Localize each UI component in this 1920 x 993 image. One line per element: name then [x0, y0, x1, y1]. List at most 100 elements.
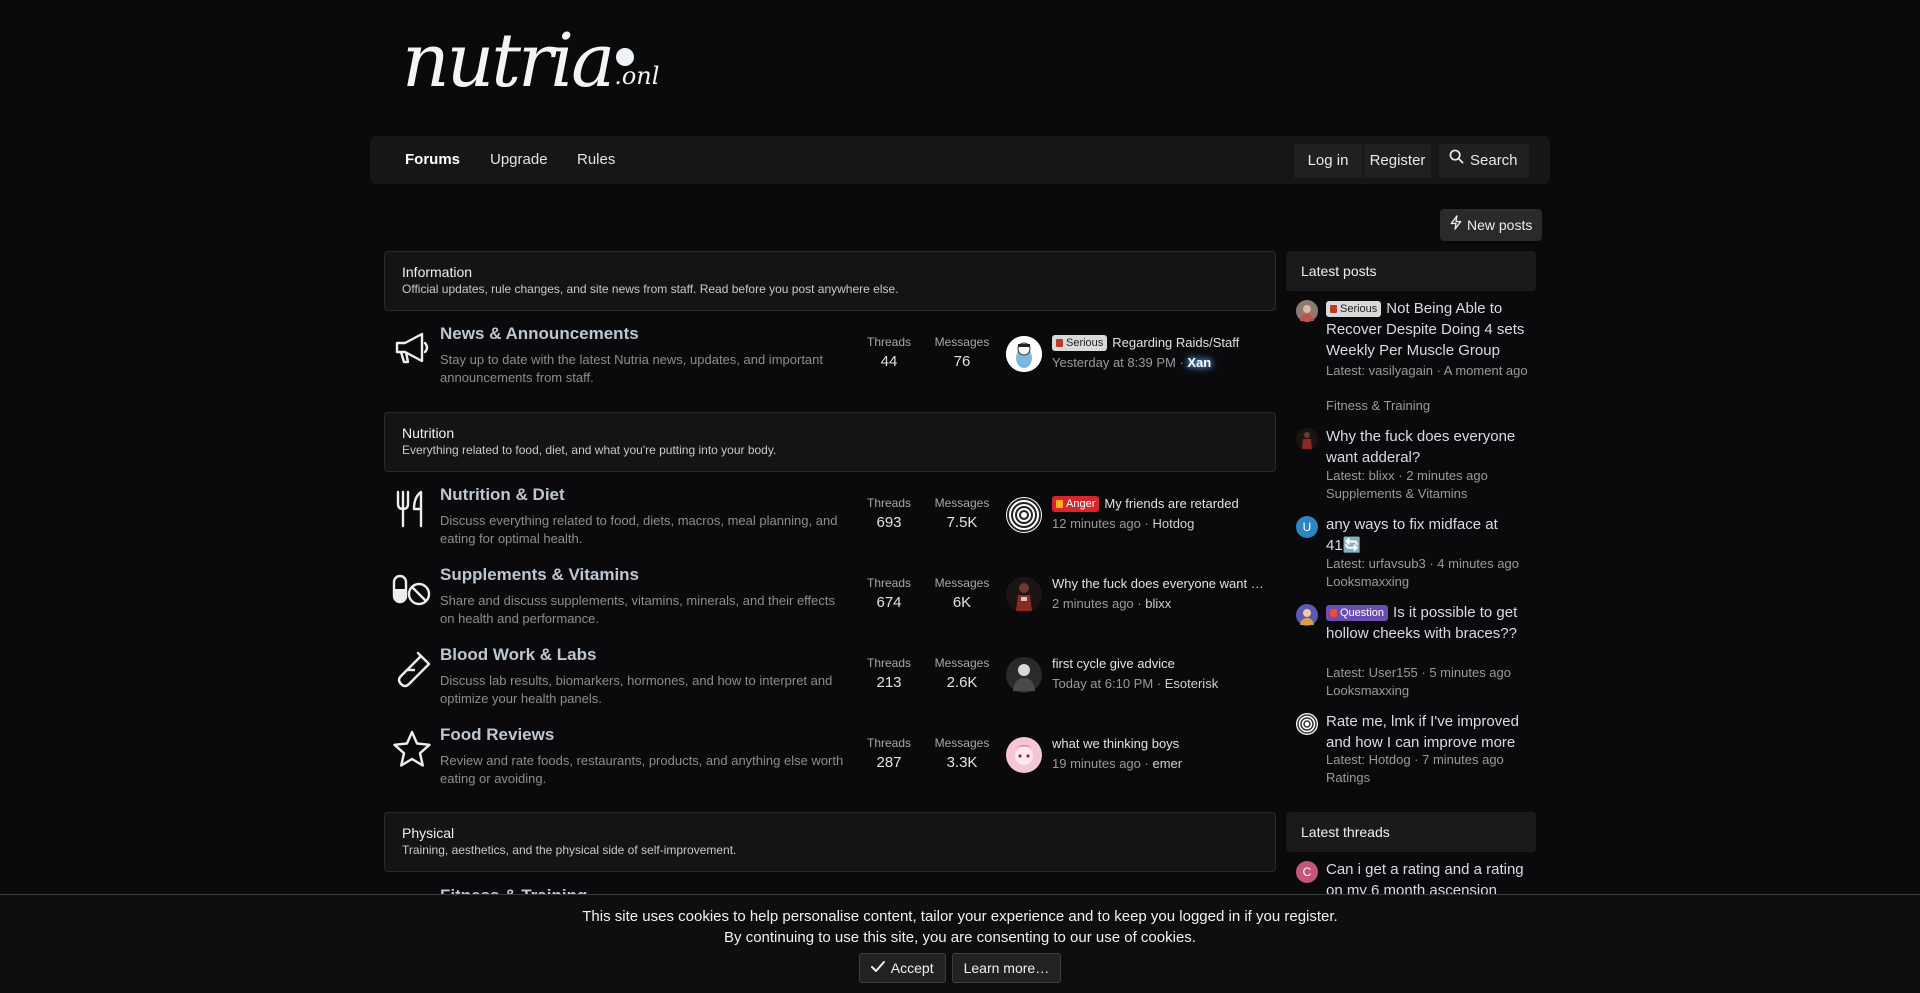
- latest-threads-header: Latest threads: [1286, 812, 1536, 852]
- messages-stat: Messages 76: [922, 335, 1002, 370]
- cookie-text: This site uses cookies to help personali…: [0, 906, 1920, 948]
- cookie-buttons: Accept Learn more…: [0, 953, 1920, 983]
- last-post-time: Today at 6:10 PM: [1052, 676, 1154, 691]
- prefix-badge: Serious: [1052, 335, 1108, 351]
- learn-more-button[interactable]: Learn more…: [951, 953, 1062, 983]
- new-posts-label: New posts: [1467, 217, 1533, 233]
- avatar[interactable]: [1006, 737, 1042, 773]
- sidebar-post-forum[interactable]: Looksmaxxing: [1326, 683, 1409, 698]
- category-header-nutrition[interactable]: Nutrition Everything related to food, di…: [384, 412, 1276, 472]
- avatar[interactable]: [1006, 336, 1042, 372]
- sidebar-thread-title[interactable]: Can i get a rating and a rating on my 6 …: [1326, 859, 1536, 894]
- search-button[interactable]: Search: [1439, 144, 1529, 178]
- main-navbar: Forums Upgrade Rules Log in Register Sea…: [370, 136, 1550, 184]
- messages-label: Messages: [934, 736, 990, 750]
- last-post-user[interactable]: blixx: [1145, 596, 1171, 611]
- last-post-user[interactable]: Hotdog: [1152, 516, 1194, 531]
- accept-label: Accept: [890, 960, 934, 976]
- sidebar-post-title[interactable]: Why the fuck does everyone want adderal?: [1326, 426, 1536, 468]
- accept-button[interactable]: Accept: [858, 953, 946, 983]
- logo-tld: .onl: [614, 62, 660, 90]
- sidebar-post-meta: Latest: vasilyagain · A moment ago: [1326, 363, 1528, 378]
- site-logo[interactable]: nutria .onl: [402, 22, 659, 100]
- avatar[interactable]: [1296, 300, 1318, 322]
- messages-count: 76: [953, 353, 971, 370]
- cookie-line-2: By continuing to use this site, you are …: [724, 929, 1196, 946]
- threads-label: Threads: [866, 736, 912, 750]
- threads-label: Threads: [866, 576, 912, 590]
- last-post-title[interactable]: what we thinking boys: [1052, 736, 1267, 751]
- sidebar-post-forum[interactable]: Supplements & Vitamins: [1326, 486, 1467, 501]
- sidebar-post-item: U any ways to fix midface at 41🔄 Latest:…: [1296, 514, 1536, 589]
- last-post-user[interactable]: emer: [1152, 756, 1182, 771]
- avatar[interactable]: [1006, 497, 1042, 533]
- avatar[interactable]: [1296, 428, 1318, 450]
- messages-count: 7.5K: [946, 514, 978, 531]
- forum-row-food-reviews: Food Reviews Review and rate foods, rest…: [384, 715, 1276, 795]
- prefix-badge: Serious: [1326, 301, 1382, 317]
- forum-title[interactable]: Nutrition & Diet: [440, 485, 565, 505]
- threads-stat: Threads 213: [849, 656, 929, 691]
- sidebar-post-forum[interactable]: Ratings: [1326, 770, 1370, 785]
- threads-stat: Threads 287: [849, 736, 929, 771]
- messages-label: Messages: [934, 335, 990, 349]
- new-posts-button[interactable]: New posts: [1440, 209, 1543, 241]
- tab-forums[interactable]: Forums: [405, 136, 460, 184]
- messages-stat: Messages 6K: [922, 576, 1002, 611]
- avatar[interactable]: [1006, 577, 1042, 613]
- forum-title[interactable]: Supplements & Vitamins: [440, 565, 639, 585]
- last-post-title[interactable]: Why the fuck does everyone want adderal?: [1052, 576, 1267, 591]
- category-title: Information: [402, 264, 473, 280]
- threads-label: Threads: [866, 496, 912, 510]
- last-post-time: 19 minutes ago: [1052, 756, 1141, 771]
- messages-stat: Messages 3.3K: [922, 736, 1002, 771]
- threads-label: Threads: [866, 656, 912, 670]
- last-post-meta: 2 minutes ago · blixx: [1052, 596, 1172, 611]
- logo-bulb-icon: [616, 48, 634, 66]
- forum-row-news: News & Announcements Stay up to date wit…: [384, 314, 1276, 394]
- sidebar-thread-item: C Can i get a rating and a rating on my …: [1296, 859, 1536, 894]
- messages-label: Messages: [934, 576, 990, 590]
- forum-title[interactable]: News & Announcements: [440, 324, 639, 344]
- sidebar-post-forum[interactable]: Looksmaxxing: [1326, 574, 1409, 589]
- login-button[interactable]: Log in: [1294, 144, 1362, 178]
- avatar[interactable]: [1006, 657, 1042, 693]
- sidebar-post-title[interactable]: any ways to fix midface at 41🔄: [1326, 514, 1536, 556]
- forum-title[interactable]: Food Reviews: [440, 725, 554, 745]
- last-post-title[interactable]: Anger My friends are retarded: [1052, 496, 1267, 512]
- last-post-user[interactable]: Xan: [1187, 355, 1211, 370]
- sidebar-post-item: Serious Not Being Able to Recover Despite…: [1296, 298, 1536, 416]
- threads-count: 674: [876, 594, 902, 611]
- last-post-time: 2 minutes ago: [1052, 596, 1134, 611]
- avatar[interactable]: C: [1296, 861, 1318, 883]
- sidebar-post-meta: Latest: User155 · 5 minutes ago: [1326, 665, 1511, 680]
- sidebar-post-title[interactable]: Rate me, lmk if I've improved and how I …: [1326, 711, 1536, 753]
- avatar[interactable]: U: [1296, 516, 1318, 538]
- forum-title[interactable]: Blood Work & Labs: [440, 645, 596, 665]
- sidebar-post-title[interactable]: Serious Not Being Able to Recover Despite…: [1326, 298, 1536, 361]
- last-post-title[interactable]: first cycle give advice: [1052, 656, 1267, 671]
- forum-title[interactable]: Fitness & Training: [440, 886, 587, 894]
- sidebar-post-title[interactable]: Question Is it possible to get hollow che…: [1326, 602, 1536, 644]
- category-header-information[interactable]: Information Official updates, rule chang…: [384, 251, 1276, 311]
- tab-rules[interactable]: Rules: [577, 136, 615, 184]
- last-post-title[interactable]: Serious Regarding Raids/Staff: [1052, 335, 1267, 351]
- forum-description: Stay up to date with the latest Nutria n…: [440, 352, 823, 385]
- category-description: Everything related to food, diet, and wh…: [402, 443, 777, 457]
- forum-description: Share and discuss supplements, vitamins,…: [440, 593, 836, 626]
- threads-count: 213: [876, 674, 902, 691]
- register-button[interactable]: Register: [1364, 144, 1431, 178]
- avatar[interactable]: [1296, 604, 1318, 626]
- sidebar-post-meta: Latest: blixx · 2 minutes ago: [1326, 468, 1488, 483]
- threads-count: 287: [876, 754, 902, 771]
- sidebar-post-forum[interactable]: Fitness & Training: [1326, 398, 1430, 413]
- messages-label: Messages: [934, 496, 990, 510]
- avatar[interactable]: [1296, 713, 1318, 735]
- tab-upgrade[interactable]: Upgrade: [490, 136, 548, 184]
- bolt-icon: [1450, 209, 1462, 241]
- last-post-link: My friends are retarded: [1104, 496, 1239, 511]
- cookie-notice: This site uses cookies to help personali…: [0, 894, 1920, 993]
- last-post-user[interactable]: Esoterisk: [1165, 676, 1218, 691]
- category-header-physical[interactable]: Physical Training, aesthetics, and the p…: [384, 812, 1276, 872]
- logo-text: nutria: [402, 18, 615, 104]
